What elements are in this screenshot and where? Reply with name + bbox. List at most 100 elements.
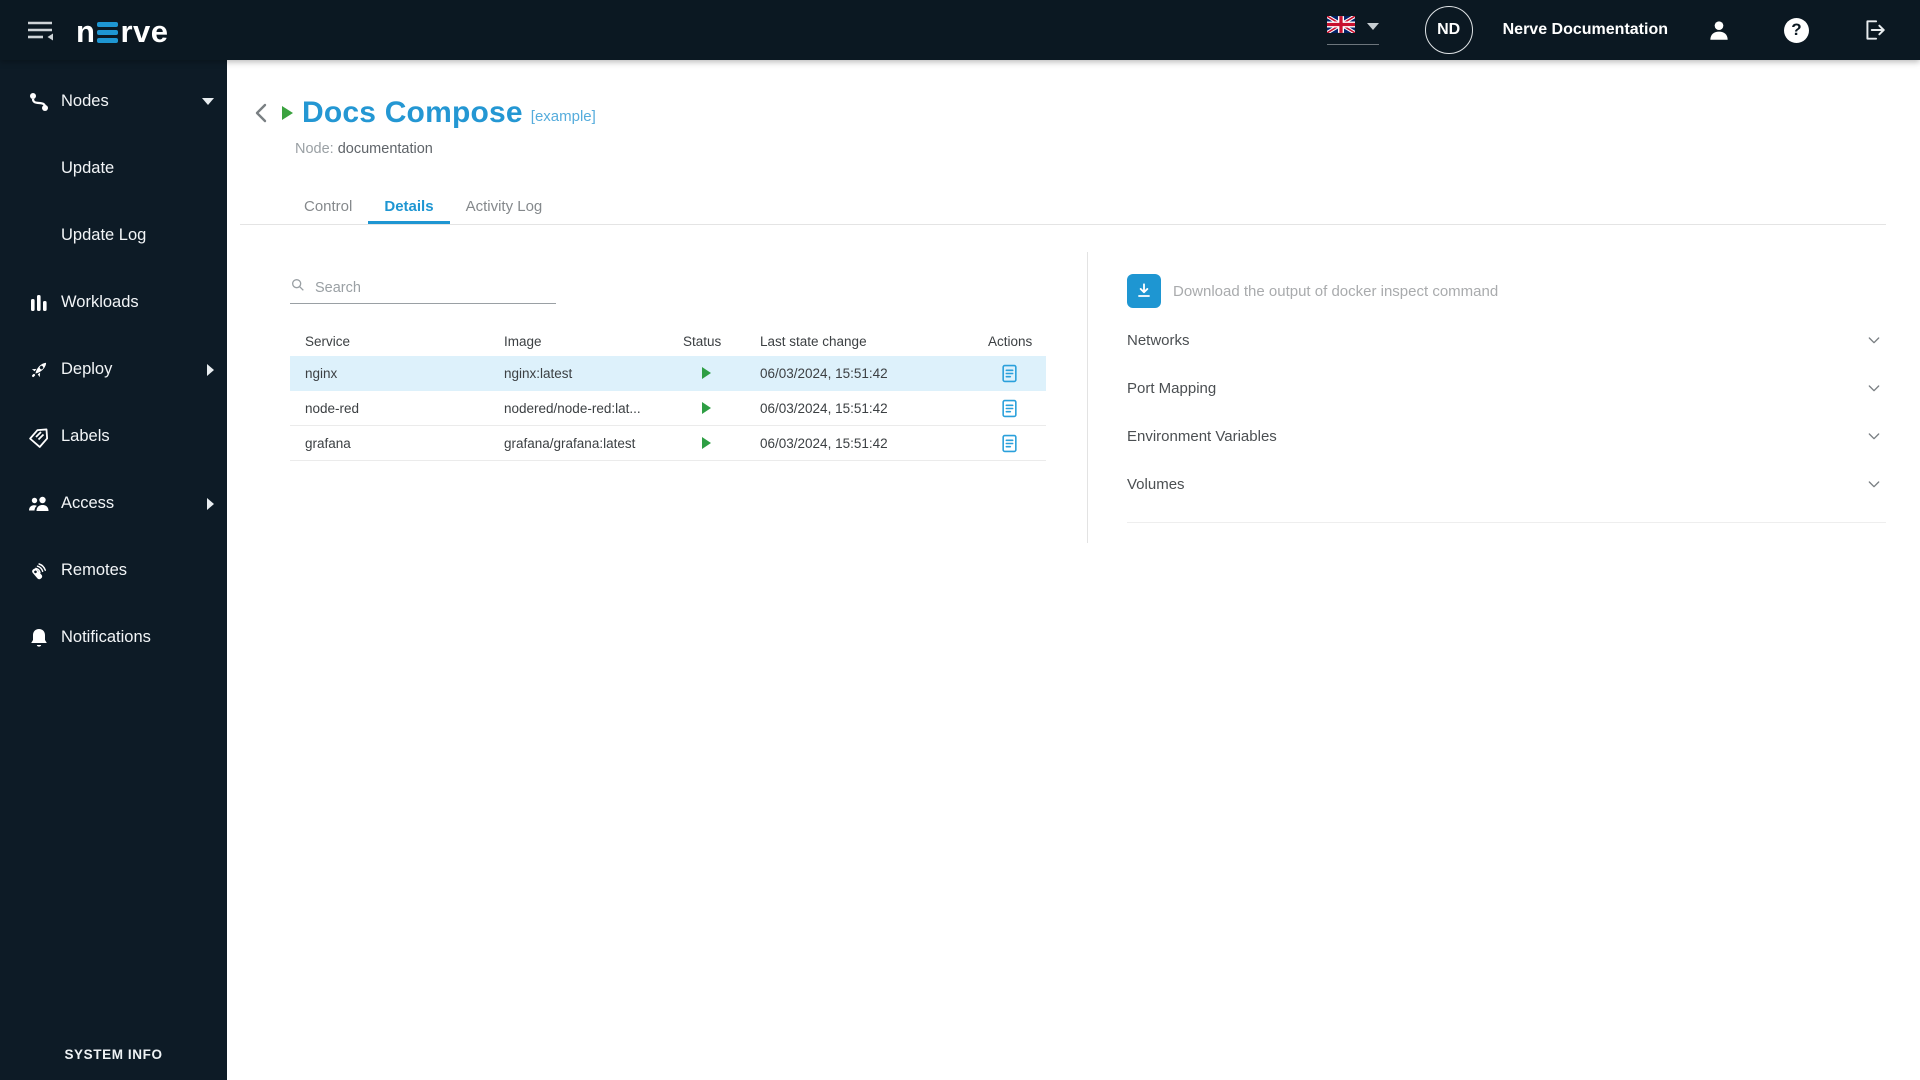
accordion-label: Networks [1127,331,1190,349]
avatar-initials: ND [1437,21,1461,38]
sidebar-item-update-log[interactable]: Update Log [0,202,227,269]
services-table: Service Image Status Last state change A… [290,326,1046,461]
sidebar-item-label: Access [61,494,115,512]
tab-control[interactable]: Control [288,188,368,224]
table-row-node-red[interactable]: node-red nodered/node-red:lat... 06/03/2… [290,391,1046,426]
chevron-down-icon [1866,332,1882,348]
sidebar-item-access[interactable]: Access [0,470,227,537]
nodes-icon [27,90,51,114]
avatar[interactable]: ND [1424,6,1473,54]
service-image: grafana/grafana:latest [504,435,636,451]
sidebar-item-label: Update Log [61,226,147,244]
sidebar: Nodes Update Update Log Workloads Deploy… [0,60,227,1080]
chevron-down-icon [202,98,214,105]
column-header-status: Status [683,333,722,349]
back-button[interactable] [250,101,274,125]
tab-details[interactable]: Details [368,188,450,224]
sidebar-item-label: Update [61,159,115,177]
chevron-down-icon [1866,380,1882,396]
accordion-networks[interactable]: Networks [1127,316,1886,364]
logo-e-bars-icon [97,22,119,43]
logo-text-n: n [76,14,96,49]
accordion-label: Port Mapping [1127,379,1217,397]
panel-divider [1087,252,1088,543]
table-row-grafana[interactable]: grafana grafana/grafana:latest 06/03/202… [290,426,1046,461]
sidebar-item-label: Notifications [61,628,151,646]
inspect-panel: Download the output of docker inspect co… [1127,266,1886,523]
nerve-logo: n rve [76,13,168,47]
docker-inspect-download: Download the output of docker inspect co… [1127,266,1886,316]
sidebar-item-deploy[interactable]: Deploy [0,336,227,403]
menu-toggle-icon[interactable] [26,18,56,42]
sidebar-item-nodes[interactable]: Nodes [0,68,227,135]
help-icon[interactable]: ? [1784,17,1809,43]
search-icon [290,277,306,298]
language-select[interactable] [1325,13,1379,45]
service-name: nginx [305,365,338,381]
help-glyph: ? [1791,20,1802,39]
search-input[interactable] [315,279,556,296]
top-bar: n rve ND Nerve Documentation ? [0,0,1920,60]
chevron-right-icon [207,363,214,376]
column-header-image: Image [504,333,542,349]
status-running-icon [702,402,711,414]
sidebar-item-label: Remotes [61,561,128,579]
download-button[interactable] [1127,274,1161,308]
node-label: Node: [295,141,334,157]
user-profile-icon[interactable] [1706,17,1732,43]
inspect-bottom-divider [1127,522,1886,523]
tabs-divider [240,224,1886,225]
chevron-down-icon [1366,23,1379,30]
sidebar-item-notifications[interactable]: Notifications [0,604,227,671]
workload-example-badge: [example] [530,107,596,125]
system-info-button[interactable]: SYSTEM INFO [0,1047,227,1062]
users-icon [27,492,51,516]
logs-action-icon[interactable] [1001,434,1018,453]
sidebar-item-remotes[interactable]: Remotes [0,537,227,604]
node-value: documentation [337,141,433,157]
bell-icon [27,626,51,650]
rocket-icon [27,358,51,382]
sidebar-item-labels[interactable]: Labels [0,403,227,470]
chevron-down-icon [1866,476,1882,492]
sidebar-item-label: Workloads [61,293,139,311]
tab-activity-log[interactable]: Activity Log [450,188,559,224]
service-name: grafana [305,435,351,451]
page-title: Docs Compose [302,96,523,129]
logo-text-rve: rve [120,14,169,49]
node-subtitle: Node: documentation [295,141,433,157]
status-running-icon [702,367,711,379]
last-state-change: 06/03/2024, 15:51:42 [760,435,888,451]
chevron-down-icon [1866,428,1882,444]
account-name: Nerve Documentation [1502,21,1668,38]
accordion-volumes[interactable]: Volumes [1127,460,1886,508]
download-label: Download the output of docker inspect co… [1173,282,1499,300]
accordion-label: Environment Variables [1127,427,1277,445]
logs-action-icon[interactable] [1001,399,1018,418]
accordion-label: Volumes [1127,475,1185,493]
last-state-change: 06/03/2024, 15:51:42 [760,365,888,381]
sidebar-item-label: Deploy [61,360,113,378]
services-panel: Service Image Status Last state change A… [290,272,1046,461]
column-header-service: Service [305,333,351,349]
table-row-nginx[interactable]: nginx nginx:latest 06/03/2024, 15:51:42 [290,356,1046,391]
detail-tabs: Control Details Activity Log [288,188,558,224]
logout-icon[interactable] [1862,17,1888,43]
accordion-port-mapping[interactable]: Port Mapping [1127,364,1886,412]
remote-icon [27,559,51,583]
chevron-right-icon [207,497,214,510]
workload-running-icon [282,106,293,120]
service-name: node-red [305,400,360,416]
tag-icon [27,425,51,449]
sidebar-item-workloads[interactable]: Workloads [0,269,227,336]
workloads-icon [27,291,51,315]
logs-action-icon[interactable] [1001,364,1018,383]
last-state-change: 06/03/2024, 15:51:42 [760,400,888,416]
search-field[interactable] [290,272,556,304]
workload-header: Docs Compose [example] [250,96,596,130]
accordion-environment-variables[interactable]: Environment Variables [1127,412,1886,460]
column-header-last-state-change: Last state change [760,333,867,349]
sidebar-item-update[interactable]: Update [0,135,227,202]
service-image: nodered/node-red:lat... [504,400,641,416]
column-header-actions: Actions [988,333,1033,349]
